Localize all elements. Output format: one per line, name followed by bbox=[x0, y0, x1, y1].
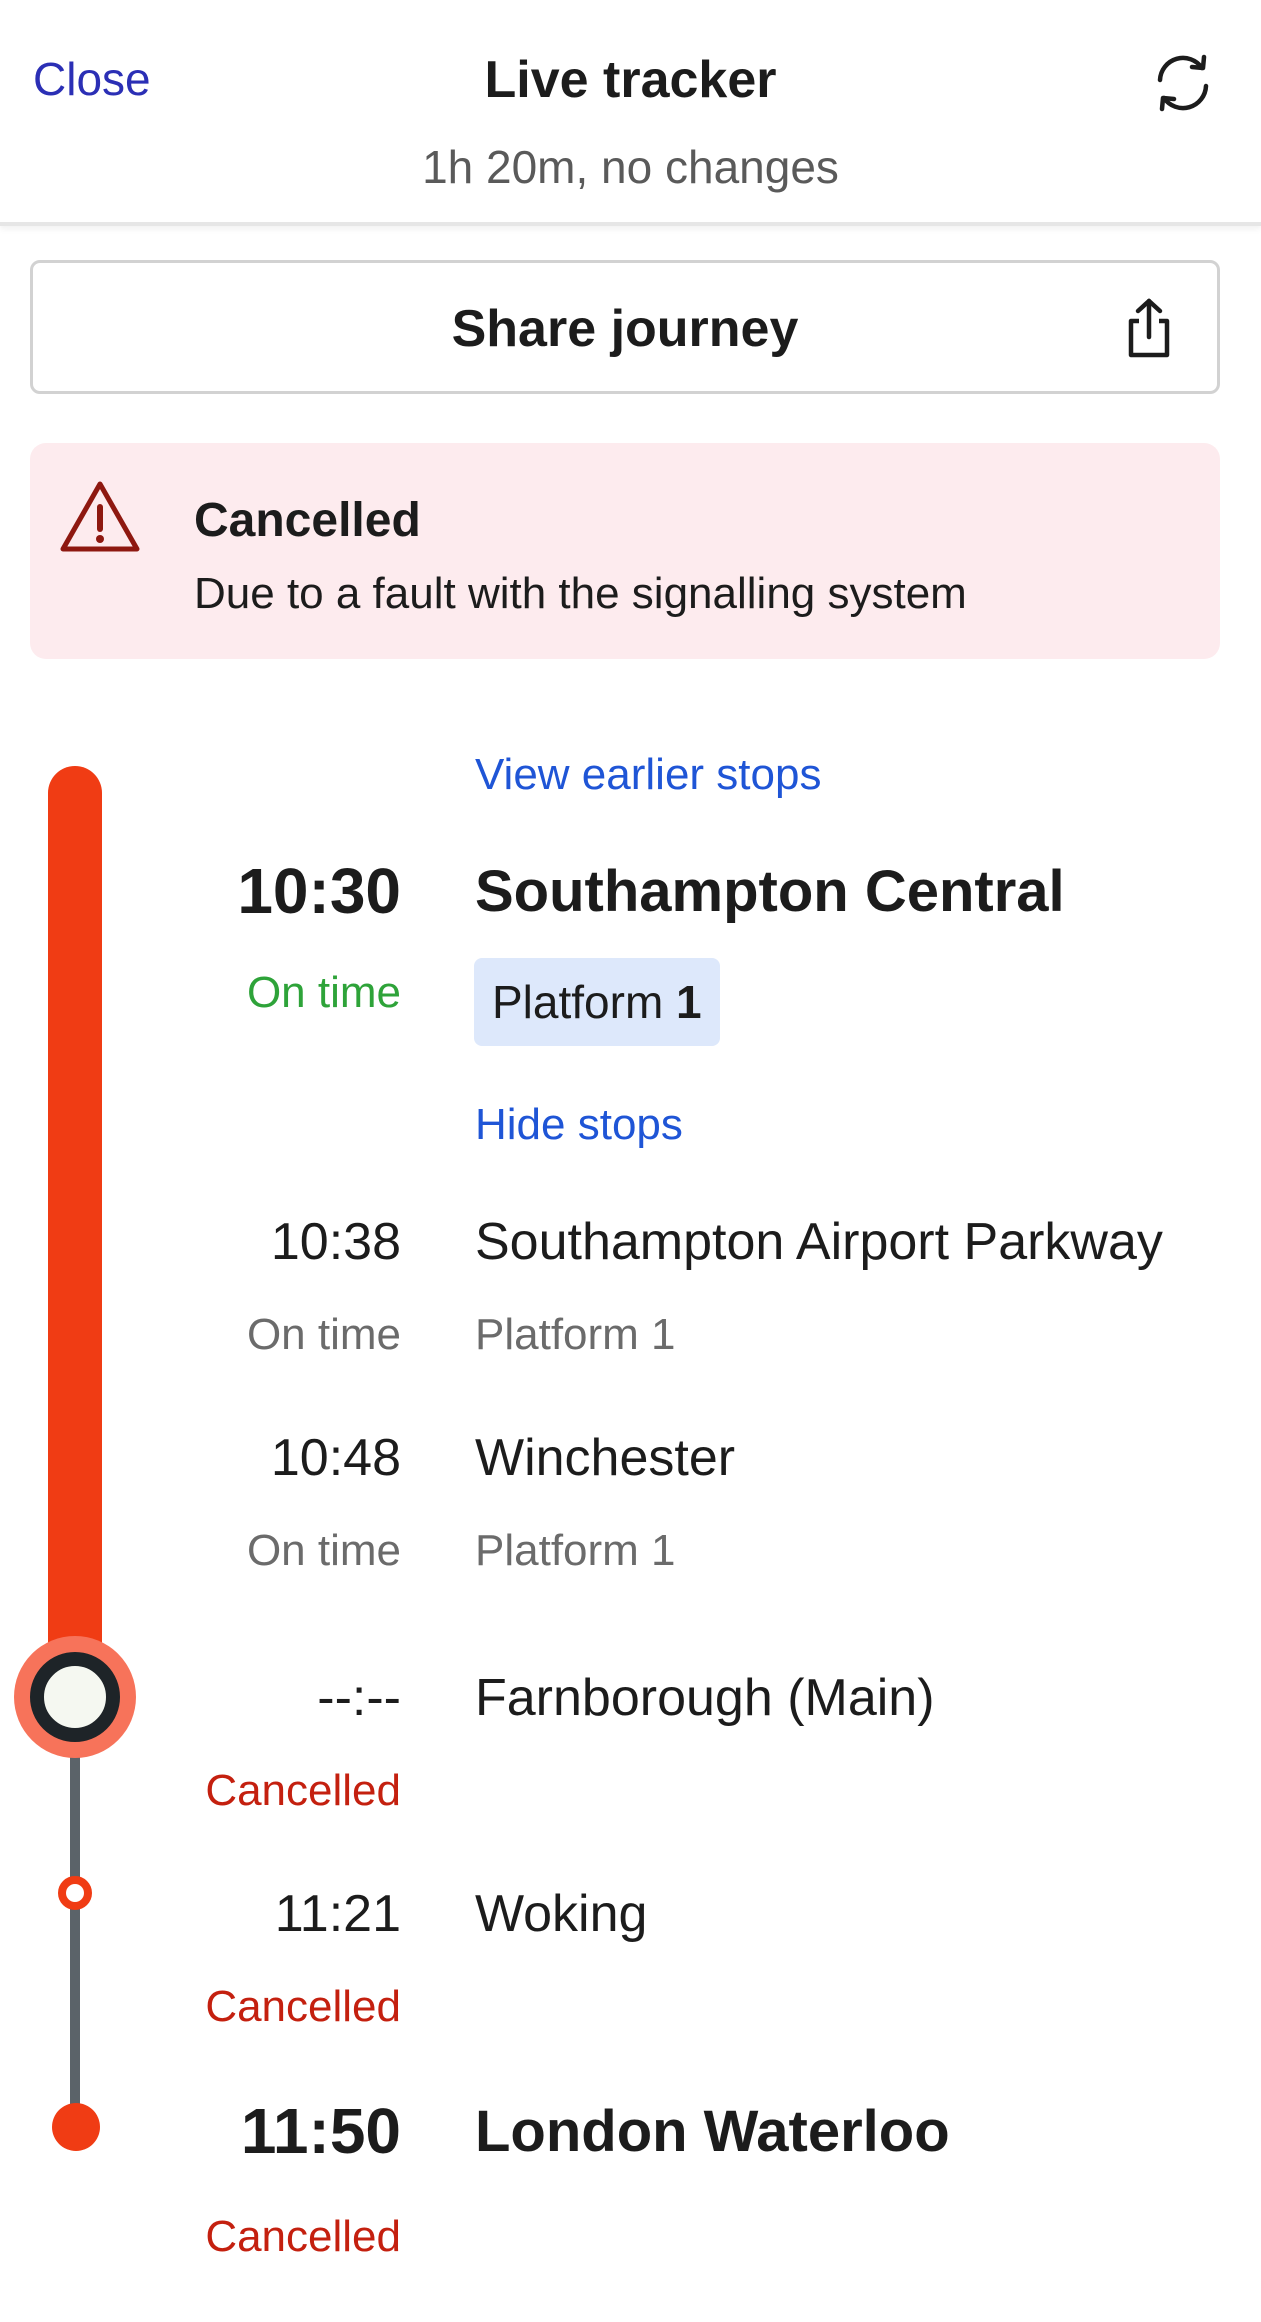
current-position-marker bbox=[30, 1652, 120, 1742]
origin-time: 10:30 bbox=[237, 855, 401, 927]
stop-time: --:-- bbox=[317, 1669, 401, 1727]
destination-time: 11:50 bbox=[240, 2095, 401, 2167]
journey-summary: 1h 20m, no changes bbox=[422, 141, 839, 193]
stop-station: Woking bbox=[475, 1885, 648, 1943]
refresh-icon bbox=[1157, 54, 1209, 112]
destination-status: Cancelled bbox=[205, 2212, 401, 2261]
stop-station: Farnborough (Main) bbox=[475, 1669, 935, 1727]
stop-status: Cancelled bbox=[205, 1982, 401, 2031]
share-icon bbox=[1128, 298, 1170, 358]
stop-platform: Platform 1 bbox=[475, 1526, 676, 1575]
stop-time: 10:38 bbox=[270, 1213, 401, 1271]
alert-message: Due to a fault with the signalling syste… bbox=[194, 569, 967, 618]
stop-station: Winchester bbox=[475, 1429, 736, 1487]
share-journey-button[interactable]: Share journey bbox=[30, 260, 1220, 394]
platform-label: Platform bbox=[492, 976, 664, 1028]
stop-status: On time bbox=[246, 1310, 401, 1359]
origin-station: Southampton Central bbox=[475, 859, 1065, 924]
share-journey-label: Share journey bbox=[451, 300, 799, 358]
stop-status: Cancelled bbox=[205, 1766, 401, 1815]
warning-icon bbox=[60, 481, 140, 552]
view-earlier-stops-link[interactable]: View earlier stops bbox=[475, 750, 821, 800]
page-title: Live tracker bbox=[484, 51, 777, 109]
destination-station: London Waterloo bbox=[475, 2099, 950, 2164]
travelled-track bbox=[48, 766, 102, 1674]
platform-number: 1 bbox=[676, 976, 702, 1028]
stop-marker bbox=[58, 1876, 92, 1910]
stop-time: 10:48 bbox=[270, 1429, 401, 1487]
header-bar: Close Live tracker 1h 20m, no changes bbox=[0, 0, 1261, 226]
destination-marker bbox=[52, 2103, 100, 2151]
hide-stops-link[interactable]: Hide stops bbox=[475, 1100, 683, 1150]
platform-badge: Platform 1 bbox=[474, 958, 720, 1046]
stop-time: 11:21 bbox=[274, 1885, 401, 1943]
stop-station: Southampton Airport Parkway bbox=[475, 1213, 1163, 1271]
stop-status: On time bbox=[246, 1526, 401, 1575]
refresh-button[interactable] bbox=[1150, 50, 1216, 116]
stop-platform: Platform 1 bbox=[475, 1310, 676, 1359]
origin-status: On time bbox=[246, 968, 401, 1017]
journey-timeline: View earlier stops 10:30 Southampton Cen… bbox=[0, 700, 1261, 2322]
cancellation-alert: Cancelled Due to a fault with the signal… bbox=[30, 443, 1220, 659]
alert-title: Cancelled bbox=[194, 494, 421, 547]
